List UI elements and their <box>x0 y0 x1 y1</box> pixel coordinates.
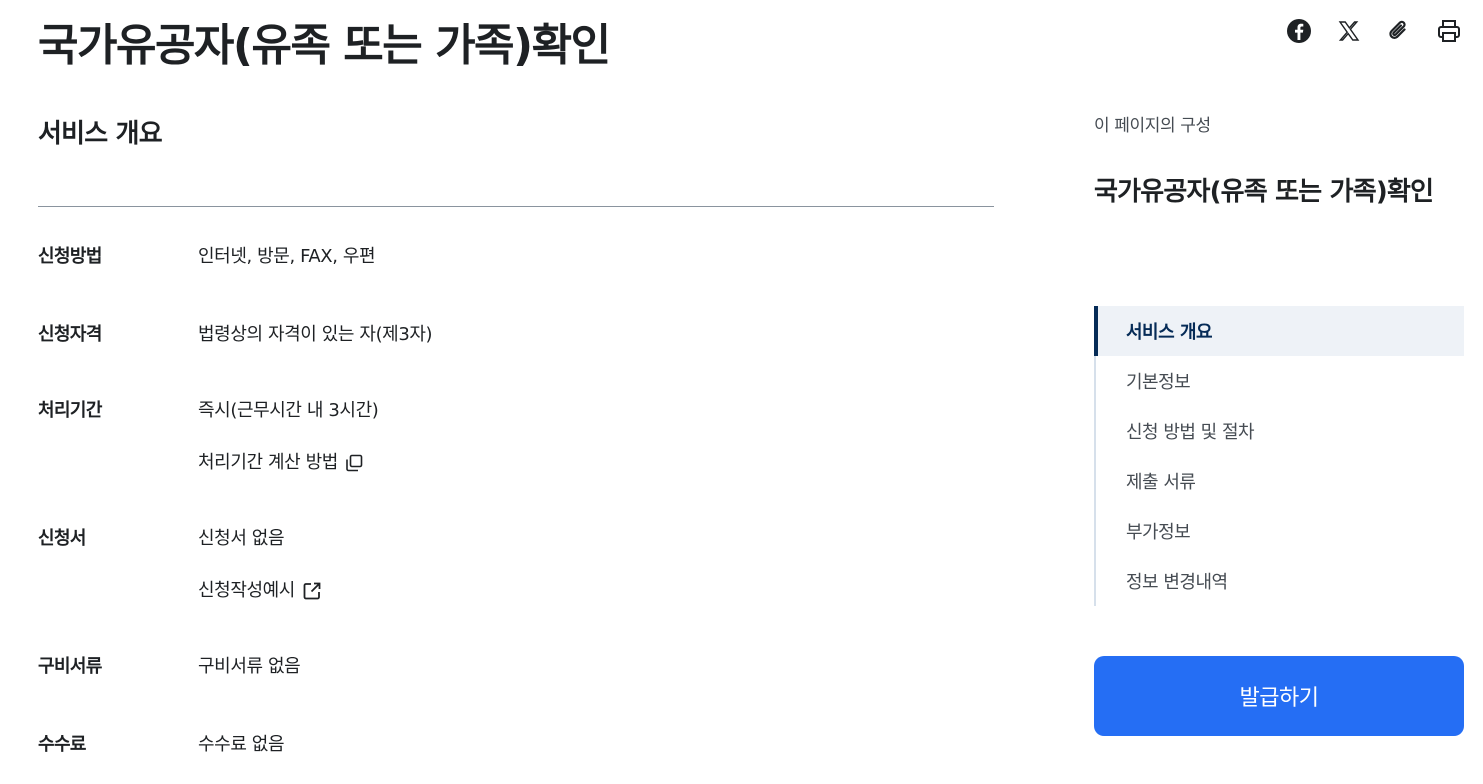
section-divider <box>38 206 994 207</box>
section-title: 서비스 개요 <box>38 119 163 149</box>
row-label: 구비서류 <box>38 656 102 677</box>
row-label: 수수료 <box>38 734 86 755</box>
row-method: 신청방법 인터넷, 방문, FAX, 우편 <box>38 236 994 314</box>
toc-item-service-overview[interactable]: 서비스 개요 <box>1094 306 1464 356</box>
row-eligibility: 신청자격 법령상의 자격이 있는 자(제3자) <box>38 314 994 390</box>
external-link-icon <box>301 580 323 602</box>
toc-item-change-history[interactable]: 정보 변경내역 <box>1096 556 1464 606</box>
row-label: 처리기간 <box>38 400 102 421</box>
service-overview: 서비스 개요 신청방법 인터넷, 방문, FAX, 우편 신청자격 법령상의 자… <box>38 110 994 755</box>
toc-item-additional-info[interactable]: 부가정보 <box>1096 506 1464 556</box>
row-value: 수수료 없음 <box>198 734 285 755</box>
table-of-contents: 이 페이지의 구성 국가유공자(유족 또는 가족)확인 서비스 개요 기본정보 … <box>1094 110 1464 606</box>
toc-item-application-procedure[interactable]: 신청 방법 및 절차 <box>1096 406 1464 456</box>
row-label: 신청방법 <box>38 246 102 267</box>
row-application-form: 신청서 신청서 없음 신청작성예시 <box>38 518 994 646</box>
toc-item-basic-info[interactable]: 기본정보 <box>1096 356 1464 406</box>
x-icon[interactable] <box>1334 16 1364 46</box>
toc-caption: 이 페이지의 구성 <box>1094 116 1211 136</box>
row-processing-time: 처리기간 즉시(근무시간 내 3시간) 처리기간 계산 방법 <box>38 390 994 518</box>
processing-time-calc-link[interactable]: 처리기간 계산 방법 <box>198 442 994 484</box>
row-value: 법령상의 자격이 있는 자(제3자) <box>198 324 433 345</box>
row-label: 신청서 <box>38 528 86 549</box>
row-value: 인터넷, 방문, FAX, 우편 <box>198 246 376 267</box>
share-toolbar <box>1284 16 1464 46</box>
facebook-icon[interactable] <box>1284 16 1314 46</box>
row-value: 신청서 없음 <box>198 528 285 549</box>
application-example-link[interactable]: 신청작성예시 <box>198 570 994 612</box>
row-required-documents: 구비서류 구비서류 없음 <box>38 646 994 724</box>
toc-item-submission-documents[interactable]: 제출 서류 <box>1096 456 1464 506</box>
print-icon[interactable] <box>1434 16 1464 46</box>
page-title: 국가유공자(유족 또는 가족)확인 <box>38 20 611 71</box>
toc-title: 국가유공자(유족 또는 가족)확인 <box>1094 177 1434 207</box>
link-label[interactable]: 신청작성예시 <box>198 570 295 612</box>
row-label: 신청자격 <box>38 324 102 345</box>
paperclip-icon[interactable] <box>1384 16 1414 46</box>
row-value: 즉시(근무시간 내 3시간) <box>198 400 379 421</box>
issue-button[interactable]: 발급하기 <box>1094 656 1464 736</box>
row-value: 구비서류 없음 <box>198 656 301 677</box>
link-label[interactable]: 처리기간 계산 방법 <box>198 442 338 484</box>
copy-icon <box>344 453 364 473</box>
row-fee: 수수료 수수료 없음 <box>38 724 994 784</box>
toc-list: 서비스 개요 기본정보 신청 방법 및 절차 제출 서류 부가정보 정보 변경내… <box>1094 306 1464 606</box>
overview-table: 신청방법 인터넷, 방문, FAX, 우편 신청자격 법령상의 자격이 있는 자… <box>38 236 994 784</box>
